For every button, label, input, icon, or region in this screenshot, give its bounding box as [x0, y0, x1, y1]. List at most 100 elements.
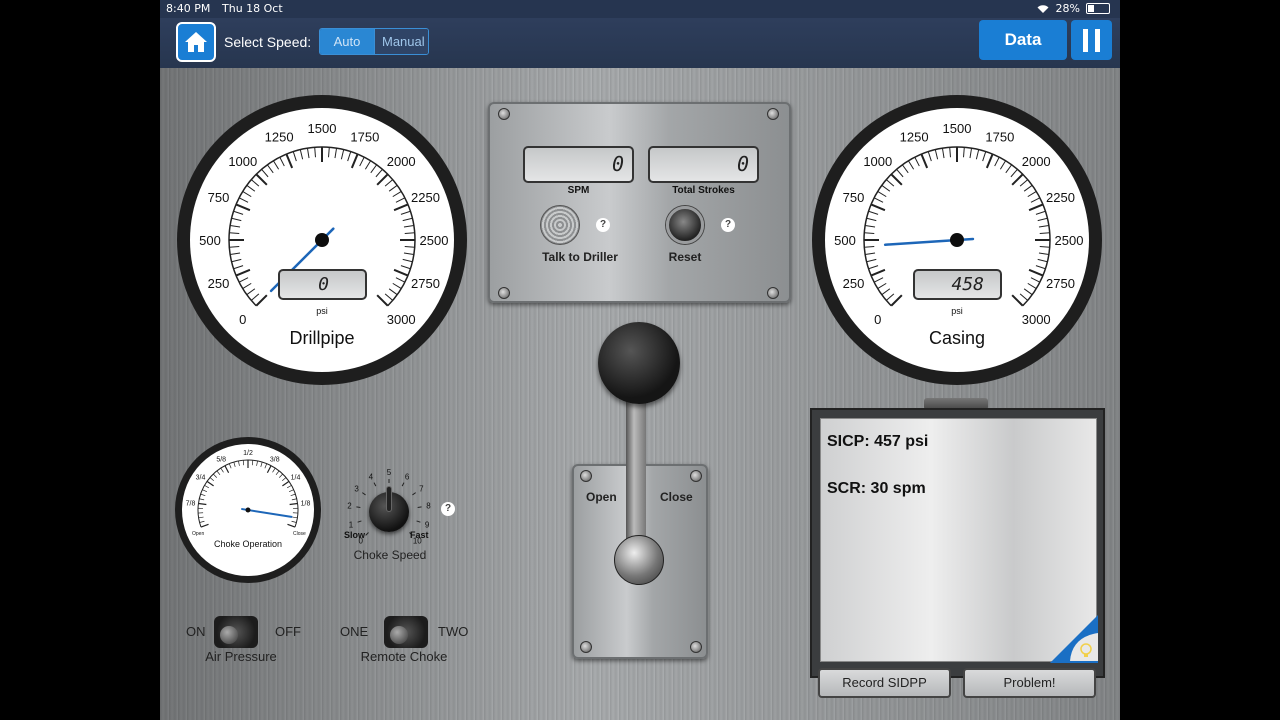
control-panel: 0 250 500 750 1000 1250 1500 1750 2000 2250 2500 27…	[160, 68, 1120, 720]
app-window: 8:40 PM Thu 18 Oct 28% Select Speed: Aut…	[160, 0, 1120, 720]
choke-tick-label: 3/8	[270, 457, 280, 464]
drillpipe-needle-hub	[315, 233, 329, 247]
air-pressure-toggle[interactable]	[214, 616, 258, 648]
choke-speed-number: 9	[425, 520, 430, 529]
screw	[690, 470, 702, 482]
choke-speed-number: 5	[387, 468, 392, 477]
battery-icon	[1086, 3, 1110, 14]
reset-help-icon[interactable]: ?	[721, 218, 735, 232]
choke-speed-number: 6	[405, 472, 410, 481]
drillpipe-unit: psi	[316, 306, 328, 316]
choke-operation-dial: 7/8 3/4 5/8 1/2 3/8 1/4 1/8	[175, 437, 321, 583]
choke-speed-fast-label: Fast	[410, 530, 429, 540]
casing-tick-label: 2500	[1055, 233, 1084, 248]
choke-speed-slow-label: Slow	[344, 530, 366, 540]
choke-open-label: Open	[192, 531, 205, 537]
casing-tick-label: 1000	[863, 154, 892, 169]
choke-speed-number: 2	[347, 502, 352, 511]
drillpipe-tick-label: 250	[208, 276, 230, 291]
drillpipe-tick-label: 2750	[411, 276, 440, 291]
screw	[498, 108, 510, 120]
drillpipe-readout: 0	[278, 269, 367, 300]
choke-speed-tick	[416, 520, 421, 523]
choke-tick-label: 7/8	[186, 500, 196, 507]
choke-tick-label: 1/4	[291, 475, 301, 482]
drillpipe-tick-label: 1750	[350, 130, 379, 145]
choke-speed-number: 3	[354, 484, 359, 493]
choke-close-label: Close	[293, 531, 306, 537]
screw	[767, 287, 779, 299]
choke-speed-tick	[356, 506, 361, 508]
choke-speed-number: 7	[419, 484, 424, 493]
reset-label: Reset	[668, 250, 702, 264]
speed-segmented-control: Auto Manual	[319, 28, 429, 55]
casing-tick-label: 500	[834, 233, 856, 248]
home-button[interactable]	[176, 22, 216, 62]
choke-speed-tick	[412, 492, 416, 496]
speed-option-manual[interactable]: Manual	[374, 29, 428, 54]
top-toolbar: Select Speed: Auto Manual Data	[160, 18, 1120, 68]
screw	[767, 108, 779, 120]
choke-speed-title: Choke Speed	[353, 548, 427, 562]
total-strokes-readout: 0	[648, 146, 759, 183]
lever-open-label: Open	[586, 490, 617, 504]
notes-panel: SICP: 457 psi SCR: 30 spm Record SIDPP P…	[810, 408, 1105, 698]
hint-lightbulb-icon[interactable]	[1050, 615, 1098, 663]
lever-close-label: Close	[660, 490, 693, 504]
talk-to-driller-button[interactable]	[540, 205, 580, 245]
drillpipe-tick-label: 2250	[411, 190, 440, 205]
remote-choke-title: Remote Choke	[360, 649, 448, 664]
toggle-lever	[390, 626, 408, 644]
choke-speed-knob[interactable]	[369, 486, 409, 532]
air-pressure-off-label: OFF	[275, 624, 301, 639]
toggle-lever	[220, 626, 238, 644]
choke-speed-number: 1	[349, 520, 354, 529]
drillpipe-tick-label: 1000	[228, 154, 257, 169]
casing-tick-label: 2250	[1046, 190, 1075, 205]
drillpipe-tick-label: 2500	[420, 233, 449, 248]
choke-speed-number: 8	[426, 502, 431, 511]
screw	[580, 641, 592, 653]
problem-button[interactable]: Problem!	[963, 668, 1096, 698]
remote-choke-one-label: ONE	[340, 624, 369, 639]
remote-choke-two-label: TWO	[438, 624, 469, 639]
choke-lever-handle[interactable]	[598, 322, 680, 404]
choke-speed-tick	[365, 532, 369, 536]
casing-unit: psi	[951, 306, 963, 316]
choke-speed-control: 0 1 2 3 4 5 6 7 8 9 10 Slow Fast Choke Speed	[340, 460, 440, 564]
casing-tick-label: 1250	[900, 130, 929, 145]
pump-panel: 0 SPM 0 Total Strokes ? Talk to Driller …	[488, 102, 791, 303]
casing-tick-label: 250	[843, 276, 865, 291]
casing-tick-label: 750	[843, 190, 865, 205]
choke-speed-tick	[357, 520, 362, 523]
record-sidpp-button[interactable]: Record SIDPP	[818, 668, 951, 698]
screw	[690, 641, 702, 653]
choke-speed-tick	[401, 482, 405, 487]
talk-help-icon[interactable]: ?	[596, 218, 610, 232]
air-pressure-title: Air Pressure	[205, 649, 277, 664]
casing-tick-label: 1500	[943, 121, 972, 136]
screw	[498, 287, 510, 299]
casing-gauge: 0 250 500 750 1000 1250 1500 1750 2000 2250 2500 27…	[811, 94, 1103, 386]
wifi-icon	[1037, 5, 1049, 13]
choke-speed-help-icon[interactable]: ?	[441, 502, 455, 516]
select-speed-label: Select Speed:	[224, 34, 312, 50]
notes-paper: SICP: 457 psi SCR: 30 spm	[820, 418, 1098, 663]
choke-tick-label: 1/2	[243, 450, 253, 457]
reset-button[interactable]	[666, 206, 704, 244]
screw	[580, 470, 592, 482]
drillpipe-tick-label: 2000	[387, 154, 416, 169]
drillpipe-tick-label: 1500	[308, 121, 337, 136]
notes-sicp: SICP: 457 psi	[827, 433, 929, 450]
total-strokes-label: Total Strokes	[672, 185, 735, 196]
casing-tick-label: 2000	[1022, 154, 1051, 169]
drillpipe-tick-label: 750	[208, 190, 230, 205]
pause-button[interactable]	[1071, 20, 1112, 60]
spm-label: SPM	[567, 185, 590, 196]
remote-choke-toggle[interactable]	[384, 616, 428, 648]
casing-tick-label: 2750	[1046, 276, 1075, 291]
casing-needle-hub	[950, 233, 964, 247]
data-button[interactable]: Data	[979, 20, 1067, 60]
speed-option-auto[interactable]: Auto	[320, 29, 374, 54]
status-time: 8:40 PM	[166, 2, 211, 15]
